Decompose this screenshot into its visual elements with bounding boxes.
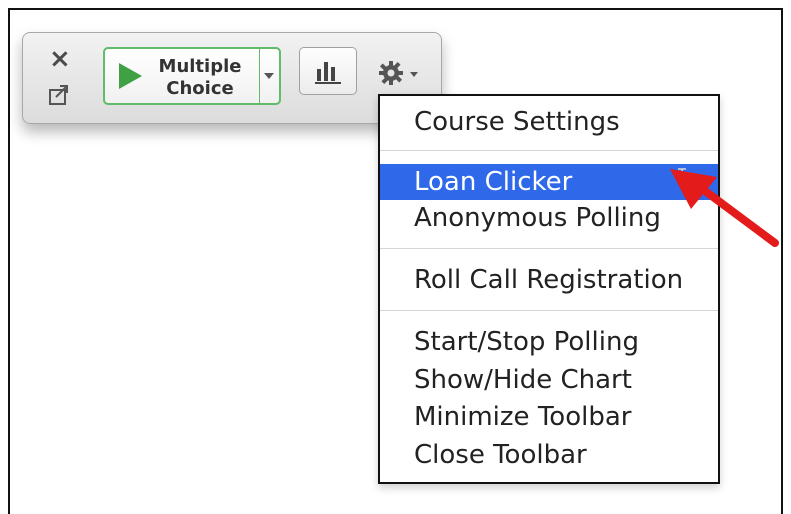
close-icon[interactable]: × (49, 45, 71, 73)
play-icon (119, 63, 142, 89)
menu-separator (380, 150, 718, 151)
menu-item-minimize-toolbar[interactable]: Minimize Toolbar (380, 399, 718, 435)
menu-item-anonymous-polling[interactable]: Anonymous Polling (380, 200, 718, 236)
popout-icon[interactable] (47, 83, 71, 107)
menu-item-label: Loan Clicker (414, 167, 573, 197)
start-multiple-choice-button[interactable]: Multiple Choice (105, 49, 259, 103)
menu-item-course-settings[interactable]: Course Settings (380, 104, 718, 140)
gear-icon (379, 61, 403, 85)
menu-item-show-hide-chart[interactable]: Show/Hide Chart (380, 362, 718, 398)
poll-mode-label-line1: Multiple (158, 56, 242, 77)
settings-menu-button[interactable] (375, 57, 427, 87)
bar-chart-icon (315, 62, 341, 84)
poll-mode-button-group: Multiple Choice (103, 47, 281, 105)
toolbar-window-controls: × (39, 45, 79, 107)
menu-item-loan-clicker[interactable]: Loan Clicker (380, 164, 718, 200)
menu-separator (380, 248, 718, 249)
poll-mode-label-line2: Choice (166, 78, 234, 99)
background-patch (86, 147, 210, 165)
menu-item-close-toolbar[interactable]: Close Toolbar (380, 437, 718, 473)
bottom-area (0, 484, 791, 514)
show-chart-button[interactable] (299, 47, 357, 95)
poll-mode-label: Multiple Choice (157, 56, 243, 100)
menu-item-start-stop-polling[interactable]: Start/Stop Polling (380, 324, 718, 360)
chevron-down-icon (264, 73, 274, 79)
settings-dropdown-menu: Course Settings Loan Clicker Anonymous P… (378, 94, 720, 484)
text-cursor-icon (678, 168, 686, 180)
poll-mode-dropdown-button[interactable] (260, 49, 279, 103)
menu-separator (380, 310, 718, 311)
menu-item-roll-call-registration[interactable]: Roll Call Registration (380, 262, 718, 298)
chevron-down-icon (410, 72, 418, 77)
